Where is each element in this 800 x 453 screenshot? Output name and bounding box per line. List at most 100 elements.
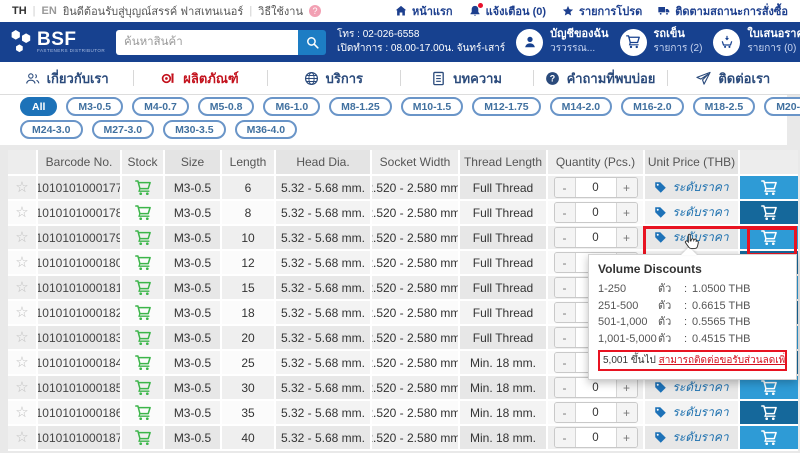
quantity-input[interactable] — [575, 428, 617, 447]
favorite-star-icon[interactable]: ☆ — [15, 380, 28, 395]
qty-decrease-button[interactable]: - — [555, 203, 575, 222]
stock-cart-wrap[interactable] — [135, 255, 151, 271]
qty-decrease-button[interactable]: - — [555, 253, 575, 272]
filter-chip[interactable]: M3-0.5 — [66, 97, 123, 116]
qty-decrease-button[interactable]: - — [555, 403, 575, 422]
qty-decrease-button[interactable]: - — [555, 228, 575, 247]
nav-item[interactable]: บทความ — [400, 62, 533, 94]
price-level-link[interactable]: ระดับราคา — [654, 178, 728, 197]
qty-decrease-button[interactable]: - — [555, 378, 575, 397]
qty-increase-button[interactable]: + — [617, 203, 637, 222]
price-level-link[interactable]: ระดับราคา — [654, 428, 728, 447]
quantity-stepper[interactable]: -+ — [554, 402, 638, 423]
qty-decrease-button[interactable]: - — [555, 328, 575, 347]
filter-chip[interactable]: All — [20, 97, 57, 116]
filter-chip[interactable]: M27-3.0 — [92, 120, 155, 139]
search-button[interactable] — [298, 30, 326, 55]
favorite-star-icon[interactable]: ☆ — [15, 205, 28, 220]
stock-cart-wrap[interactable] — [135, 330, 151, 346]
stock-cart-wrap[interactable] — [135, 355, 151, 371]
search-input[interactable] — [116, 30, 298, 55]
main-header: BSF FASTENERS DISTRIBUTOR โทร : 02-026-6… — [0, 22, 800, 62]
note-contact-link[interactable]: สามารถติดต่อขอรับส่วนลดเพิ่มเติมได้ — [659, 355, 787, 366]
nav-item[interactable]: เกี่ยวกับเรา — [0, 62, 133, 94]
quantity-input[interactable] — [575, 378, 617, 397]
favorite-star-icon[interactable]: ☆ — [15, 330, 28, 345]
add-to-cart-button[interactable] — [740, 201, 798, 224]
quantity-stepper[interactable]: -+ — [554, 177, 638, 198]
lang-en-link[interactable]: EN — [42, 5, 57, 17]
filter-chip[interactable]: M14-2.0 — [550, 97, 613, 116]
qty-increase-button[interactable]: + — [617, 378, 637, 397]
price-level-link[interactable]: ระดับราคา — [654, 203, 728, 222]
filter-chip[interactable]: M16-2.0 — [621, 97, 684, 116]
stock-cart-wrap[interactable] — [135, 180, 151, 196]
filter-chip[interactable]: M36-4.0 — [235, 120, 298, 139]
topbar-link[interactable]: ติดตามสถานะการสั่งซื้อ — [658, 2, 788, 20]
filter-chip[interactable]: M12-1.75 — [472, 97, 540, 116]
nav-item[interactable]: ผลิตภัณฑ์ — [133, 62, 266, 94]
quantity-input[interactable] — [575, 203, 617, 222]
qty-decrease-button[interactable]: - — [555, 303, 575, 322]
qty-increase-button[interactable]: + — [617, 178, 637, 197]
qty-increase-button[interactable]: + — [617, 228, 637, 247]
add-to-cart-button[interactable] — [740, 401, 798, 424]
qty-decrease-button[interactable]: - — [555, 178, 575, 197]
price-level-link[interactable]: ระดับราคา — [654, 403, 728, 422]
quantity-input[interactable] — [575, 403, 617, 422]
stock-cart-wrap[interactable] — [135, 305, 151, 321]
favorite-star-icon[interactable]: ☆ — [15, 305, 28, 320]
favorite-star-icon[interactable]: ☆ — [15, 255, 28, 270]
add-to-cart-button[interactable] — [740, 426, 798, 449]
nav-item[interactable]: ติดต่อเรา — [667, 62, 800, 94]
qty-decrease-button[interactable]: - — [555, 353, 575, 372]
help-link[interactable]: วิธีใช้งาน — [258, 2, 303, 20]
filter-chip[interactable]: M24-3.0 — [20, 120, 83, 139]
filter-chip[interactable]: M8-1.25 — [329, 97, 392, 116]
qty-decrease-button[interactable]: - — [555, 278, 575, 297]
lang-th-link[interactable]: TH — [12, 5, 27, 17]
nav-item[interactable]: คำถามที่พบบ่อย — [533, 62, 666, 94]
quantity-input[interactable] — [575, 228, 617, 247]
favorite-star-icon[interactable]: ☆ — [15, 230, 28, 245]
add-to-cart-button[interactable] — [740, 226, 798, 249]
filter-chip[interactable]: M18-2.5 — [693, 97, 756, 116]
qty-increase-button[interactable]: + — [617, 428, 637, 447]
favorite-star-icon[interactable]: ☆ — [15, 430, 28, 445]
quantity-stepper[interactable]: -+ — [554, 202, 638, 223]
stock-cart-wrap[interactable] — [135, 280, 151, 296]
topbar-link[interactable]: รายการโปรด — [562, 2, 642, 20]
quantity-stepper[interactable]: -+ — [554, 227, 638, 248]
stock-cart-wrap[interactable] — [135, 380, 151, 396]
favorite-star-icon[interactable]: ☆ — [15, 405, 28, 420]
favorite-star-icon[interactable]: ☆ — [15, 355, 28, 370]
cart-menu[interactable]: รถเข็นรายการ (2) — [620, 28, 703, 56]
account-menu[interactable]: บัญชีของฉันวรวรรณ... — [516, 28, 608, 56]
qty-decrease-button[interactable]: - — [555, 428, 575, 447]
price-level-link[interactable]: ระดับราคา — [654, 378, 728, 397]
add-to-cart-button[interactable] — [740, 176, 798, 199]
qty-increase-button[interactable]: + — [617, 403, 637, 422]
quantity-input[interactable] — [575, 178, 617, 197]
nav-item[interactable]: บริการ — [267, 62, 400, 94]
quantity-stepper[interactable]: -+ — [554, 427, 638, 448]
filter-chip[interactable]: M30-3.5 — [163, 120, 226, 139]
favorite-star-icon[interactable]: ☆ — [15, 280, 28, 295]
filter-chip[interactable]: M5-0.8 — [198, 97, 255, 116]
stock-cart-wrap[interactable] — [135, 230, 151, 246]
help-icon[interactable]: ? — [309, 5, 321, 17]
stock-cart-wrap[interactable] — [135, 205, 151, 221]
bsf-logo[interactable]: BSF FASTENERS DISTRIBUTOR — [10, 29, 105, 56]
quick-order-menu[interactable]: ใบเสนอราคาและการสั่งซื้อด่วนรายการ (0) — [713, 28, 800, 56]
stock-cart-wrap[interactable] — [135, 405, 151, 421]
topbar-link[interactable]: แจ้งเตือน (0) — [469, 2, 546, 20]
filter-chip[interactable]: M10-1.5 — [401, 97, 464, 116]
favorite-star-icon[interactable]: ☆ — [15, 180, 28, 195]
filter-chip[interactable]: M6-1.0 — [263, 97, 320, 116]
topbar-link[interactable]: หน้าแรก — [395, 2, 453, 20]
stock-cart-wrap[interactable] — [135, 430, 151, 446]
quantity-stepper[interactable]: -+ — [554, 377, 638, 398]
filter-chip[interactable]: M4-0.7 — [132, 97, 189, 116]
notification-dot — [478, 3, 483, 8]
filter-chip[interactable]: M20-2.5 — [764, 97, 800, 116]
